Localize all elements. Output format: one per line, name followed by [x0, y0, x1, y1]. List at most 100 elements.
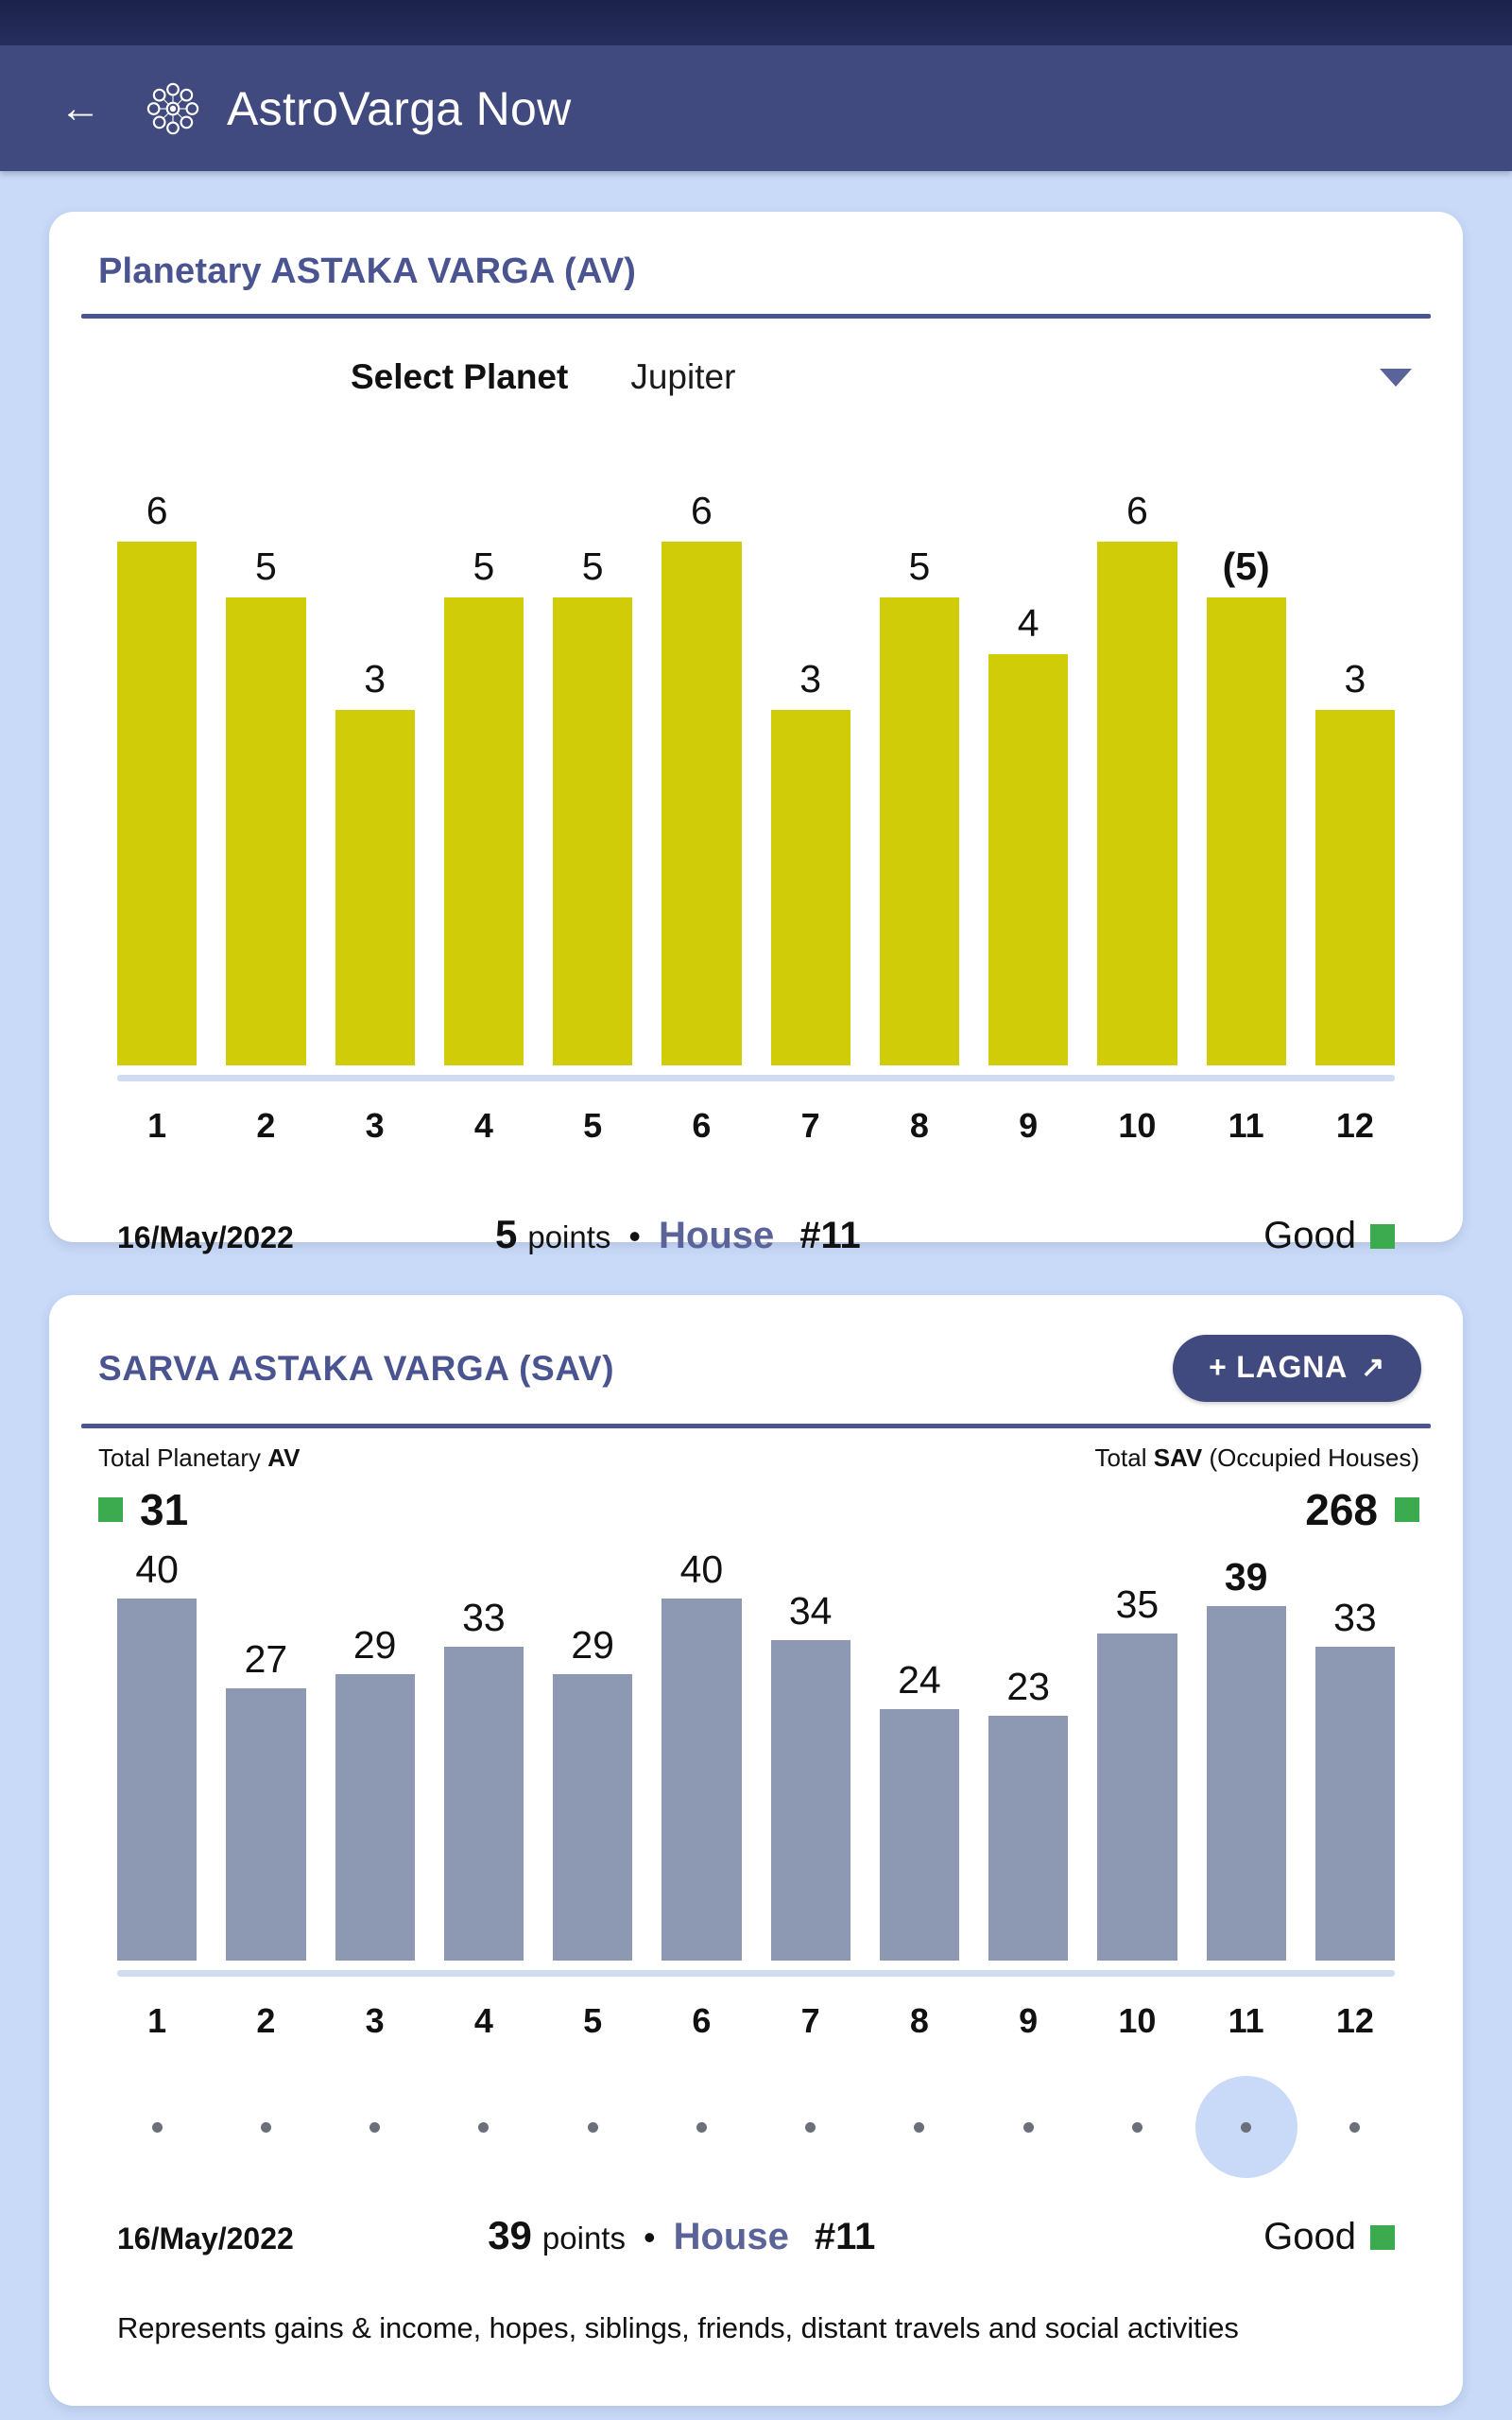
bar[interactable]: [1206, 597, 1286, 1065]
bar[interactable]: [117, 541, 198, 1065]
bar[interactable]: [1314, 710, 1395, 1065]
bar-slot[interactable]: 6: [662, 423, 742, 1065]
total-sav-badge: [1395, 1497, 1419, 1522]
bar[interactable]: [226, 597, 306, 1065]
sav-points-word: points: [541, 2221, 626, 2256]
bar[interactable]: [117, 1599, 198, 1961]
house-dot-11[interactable]: [1194, 2075, 1297, 2179]
bar[interactable]: [770, 1639, 850, 1961]
sav-card-footer: 16/May/2022 39 points • House #11 Good: [117, 2179, 1395, 2258]
axis-tick-label: 2: [256, 2001, 276, 2040]
house-dot-12[interactable]: [1315, 2075, 1395, 2179]
bar-slot[interactable]: 3: [770, 423, 850, 1065]
sav-card-header: SARVA ASTAKA VARGA (SAV) + LAGNA ↗: [81, 1295, 1431, 1402]
sav-status: Good: [1263, 2216, 1395, 2258]
sav-bars: 40 27 29 33 29 40 34 24 23 35 39 33: [117, 1550, 1395, 1961]
bar-slot[interactable]: 34: [770, 1564, 850, 1961]
bar-value-label: 5: [908, 544, 931, 589]
bar-value-label: 34: [788, 1588, 833, 1633]
bar-slot[interactable]: 24: [879, 1564, 959, 1961]
av-points-word: points: [527, 1219, 611, 1254]
chevron-down-icon[interactable]: [1380, 368, 1412, 387]
sav-house-label[interactable]: House: [674, 2216, 789, 2258]
bar-slot[interactable]: 23: [988, 1564, 1069, 1961]
bar[interactable]: [662, 541, 742, 1065]
bar[interactable]: [335, 1674, 415, 1961]
house-dot-10[interactable]: [1097, 2075, 1177, 2179]
bar-slot[interactable]: 40: [662, 1550, 742, 1961]
house-dot-2[interactable]: [226, 2075, 305, 2179]
bar-slot[interactable]: 5: [443, 423, 524, 1065]
bar-slot[interactable]: 29: [553, 1564, 633, 1961]
status-badge: [1369, 2224, 1395, 2250]
bar[interactable]: [553, 1674, 633, 1961]
bar-slot[interactable]: 5: [553, 423, 633, 1065]
bar[interactable]: [226, 1687, 306, 1961]
bar[interactable]: [1097, 1633, 1177, 1961]
axis-tick-label: 5: [583, 1106, 603, 1145]
house-dot-7[interactable]: [771, 2075, 850, 2179]
bar-slot[interactable]: 29: [335, 1564, 415, 1961]
bar-value-label: 40: [135, 1547, 179, 1592]
bar[interactable]: [443, 597, 524, 1065]
axis-tick-label: 8: [909, 1106, 929, 1145]
av-points-value: 5: [494, 1212, 518, 1256]
house-dot-8[interactable]: [880, 2075, 959, 2179]
axis-tick-label: 7: [800, 2001, 820, 2040]
av-house-label[interactable]: House: [659, 1215, 774, 1257]
bar-slot[interactable]: 33: [1314, 1564, 1395, 1961]
sav-footer-separator: •: [643, 2218, 656, 2256]
axis-tick-label: 6: [692, 2001, 712, 2040]
house-dot-1[interactable]: [117, 2075, 197, 2179]
bar-slot[interactable]: 27: [226, 1564, 306, 1961]
house-dot-selector[interactable]: [117, 2075, 1395, 2179]
bar-slot[interactable]: 3: [335, 423, 415, 1065]
bar[interactable]: [770, 710, 850, 1065]
bar-slot[interactable]: 33: [443, 1564, 524, 1961]
house-dot-3[interactable]: [335, 2075, 415, 2179]
planetary-av-card: Planetary ASTAKA VARGA (AV) Select Plane…: [49, 212, 1463, 1256]
bar-slot[interactable]: 5: [226, 423, 306, 1065]
bar[interactable]: [879, 1708, 959, 1961]
house-dot-9[interactable]: [988, 2075, 1068, 2179]
bar[interactable]: [1206, 1605, 1286, 1961]
total-planetary-av-label: Total Planetary AV: [98, 1443, 301, 1472]
total-av-badge: [98, 1497, 123, 1522]
bar-slot[interactable]: 4: [988, 423, 1069, 1065]
bar[interactable]: [553, 597, 633, 1065]
bar-slot[interactable]: 6: [1097, 423, 1177, 1065]
bar-slot[interactable]: 6: [117, 423, 198, 1065]
total-sav-value-row: 268: [1095, 1484, 1419, 1535]
back-arrow-icon[interactable]: ←: [55, 83, 106, 134]
dot-icon: [1131, 2121, 1143, 2133]
bar-value-label: (5): [1222, 544, 1270, 589]
bar-slot[interactable]: 39: [1206, 1557, 1286, 1961]
bar[interactable]: [662, 1599, 742, 1961]
planet-selector[interactable]: Select Planet Jupiter: [81, 319, 1431, 409]
bar-slot[interactable]: 5: [879, 423, 959, 1065]
dot-icon: [696, 2121, 707, 2133]
add-lagna-button[interactable]: + LAGNA ↗: [1173, 1335, 1421, 1402]
bar[interactable]: [335, 710, 415, 1065]
house-dot-6[interactable]: [662, 2075, 741, 2179]
selected-planet-value[interactable]: Jupiter: [630, 357, 735, 397]
bar-slot[interactable]: 40: [117, 1550, 198, 1961]
bar[interactable]: [443, 1647, 524, 1961]
axis-tick-label: 11: [1228, 1106, 1264, 1145]
bar[interactable]: [988, 1715, 1069, 1961]
axis-tick-label: 3: [365, 1106, 385, 1145]
bar-value-label: 5: [254, 544, 277, 589]
axis-tick-label: 1: [147, 2001, 167, 2040]
bar[interactable]: [1097, 541, 1177, 1065]
bar-slot[interactable]: 3: [1314, 423, 1395, 1065]
house-dot-4[interactable]: [444, 2075, 524, 2179]
bar[interactable]: [988, 653, 1069, 1065]
house-dot-5[interactable]: [553, 2075, 632, 2179]
axis-tick-label: 4: [473, 1106, 493, 1145]
bar[interactable]: [879, 597, 959, 1065]
av-footer-summary: 5 points • House #11: [495, 1212, 861, 1257]
axis-tick-label: 2: [256, 1106, 276, 1145]
bar-slot[interactable]: 35: [1097, 1564, 1177, 1961]
bar-slot[interactable]: (5): [1206, 423, 1286, 1065]
bar[interactable]: [1314, 1647, 1395, 1961]
